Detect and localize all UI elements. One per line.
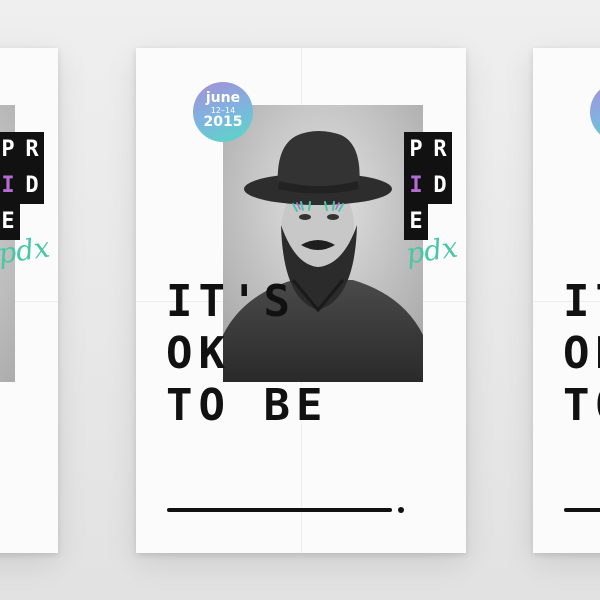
headline-line: OK bbox=[563, 328, 600, 379]
badge-dates: 12–14 bbox=[590, 106, 600, 115]
badge-year: 2015 bbox=[590, 115, 600, 129]
pride-letter: P bbox=[404, 132, 428, 168]
pdx-script: pdx bbox=[403, 230, 460, 271]
fill-in-blank-line bbox=[167, 508, 392, 512]
pride-letter: D bbox=[428, 168, 452, 204]
pride-logo-block: P R I D E bbox=[0, 132, 44, 240]
badge-month: june bbox=[205, 90, 241, 106]
fill-in-blank-line bbox=[564, 508, 600, 512]
headline: IT'S OK TO BE bbox=[166, 276, 446, 432]
pride-logo-block: P R I D E bbox=[404, 132, 452, 240]
pride-letter: I bbox=[404, 168, 428, 204]
poster-left: P R I D E pdx bbox=[0, 48, 58, 553]
poster-stage: P R I D E pdx june 12–14 2015 P R I D E … bbox=[0, 0, 600, 600]
pride-letter: P bbox=[0, 132, 20, 168]
badge-year: 2015 bbox=[203, 114, 243, 130]
date-badge: june 12–14 2015 bbox=[590, 82, 600, 142]
pride-letter: D bbox=[20, 168, 44, 204]
badge-month: june bbox=[590, 91, 600, 105]
pride-letter: I bbox=[0, 168, 20, 204]
date-badge: june 12–14 2015 bbox=[193, 82, 253, 142]
headline-line: TO BE bbox=[563, 380, 600, 431]
headline: IT'S OK TO BE bbox=[563, 276, 600, 432]
headline-line: OK bbox=[166, 328, 231, 379]
period-dot bbox=[398, 507, 404, 513]
headline-line: IT'S bbox=[563, 276, 600, 327]
pride-letter: R bbox=[20, 132, 44, 168]
headline-line: TO BE bbox=[166, 380, 329, 431]
poster-right: june 12–14 2015 IT'S OK TO BE bbox=[533, 48, 600, 553]
pride-letter: R bbox=[428, 132, 452, 168]
poster-center: june 12–14 2015 P R I D E pdx IT'S OK TO… bbox=[136, 48, 466, 553]
pdx-script: pdx bbox=[0, 230, 52, 271]
headline-line: IT'S bbox=[166, 276, 296, 327]
